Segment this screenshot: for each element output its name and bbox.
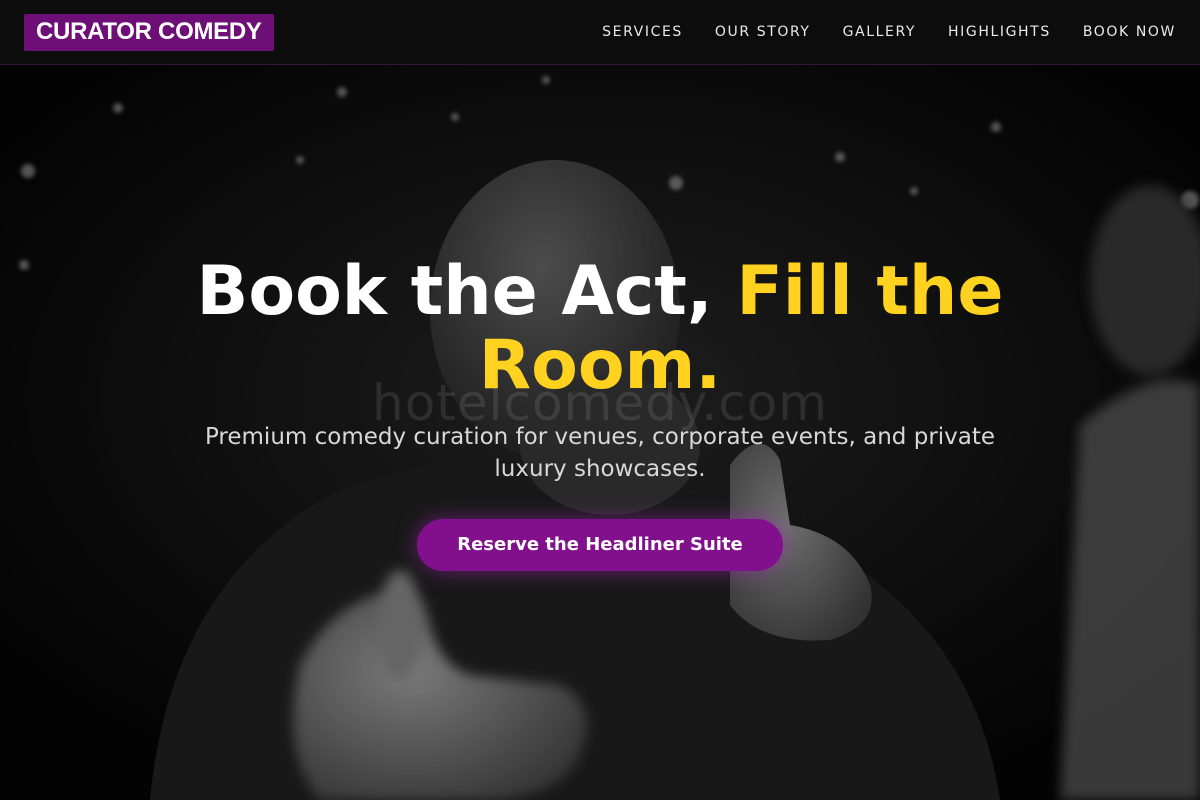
brand-logo[interactable]: CURATOR COMEDY	[24, 13, 274, 51]
top-navbar: CURATOR COMEDY SERVICES OUR STORY GALLER…	[0, 0, 1200, 65]
nav-link-book-now[interactable]: BOOK NOW	[1083, 24, 1176, 40]
headline-main-text: Book the Act,	[196, 252, 737, 331]
nav-link-our-story[interactable]: OUR STORY	[715, 24, 811, 40]
hero-content: Book the Act, Fill the Room. Premium com…	[0, 255, 1200, 571]
main-nav: SERVICES OUR STORY GALLERY HIGHLIGHTS BO…	[570, 24, 1176, 40]
nav-link-gallery[interactable]: GALLERY	[843, 24, 916, 40]
reserve-headliner-button[interactable]: Reserve the Headliner Suite	[417, 519, 783, 571]
hero-headline: Book the Act, Fill the Room.	[150, 255, 1050, 403]
nav-link-services[interactable]: SERVICES	[602, 24, 683, 40]
hero-section: hotelcomedy.com Book the Act, Fill the R…	[0, 65, 1200, 800]
nav-link-highlights[interactable]: HIGHLIGHTS	[948, 24, 1051, 40]
hero-subheadline: Premium comedy curation for venues, corp…	[204, 424, 996, 482]
